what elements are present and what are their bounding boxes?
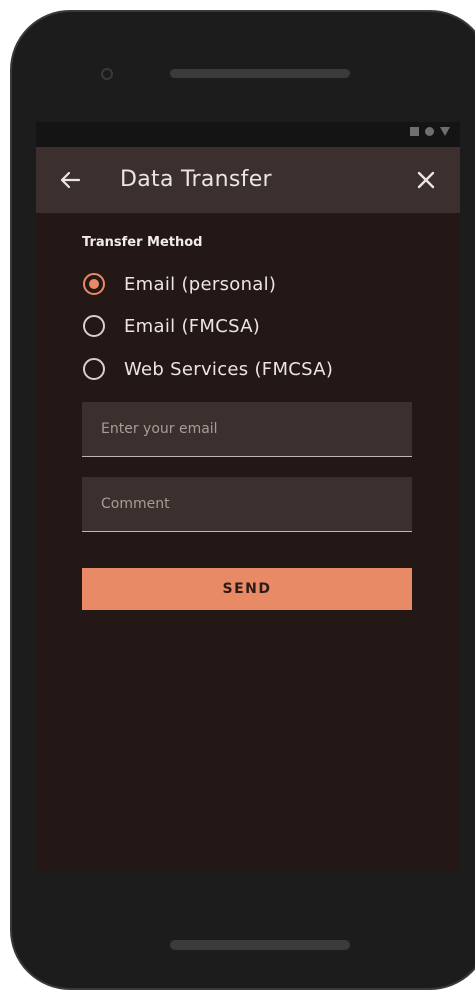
radio-button[interactable] [83,315,105,337]
email-field-container [82,402,412,457]
radio-label: Email (FMCSA) [124,315,261,337]
status-bar [36,122,460,147]
radio-label: Web Services (FMCSA) [124,358,334,380]
comment-field[interactable] [82,477,412,531]
camera-icon [101,68,113,80]
email-field[interactable] [82,402,412,456]
radio-email-fmcsa[interactable]: Email (FMCSA) [83,315,260,337]
app-screen: Data Transfer Transfer Method Email (per… [36,122,460,872]
app-bar: Data Transfer [36,147,460,213]
circle-icon [425,127,434,136]
transfer-method-label: Transfer Method [82,235,203,250]
send-button[interactable]: SEND [82,568,412,610]
radio-web-services-fmcsa[interactable]: Web Services (FMCSA) [83,358,333,380]
triangle-icon [440,127,450,136]
home-indicator[interactable] [170,940,350,950]
radio-button-selected[interactable] [83,273,105,295]
close-icon[interactable] [412,166,440,194]
square-icon [410,127,419,136]
radio-email-personal[interactable]: Email (personal) [83,273,276,295]
comment-field-container [82,477,412,532]
speaker-grille [170,69,350,78]
arrow-left-icon[interactable] [56,166,84,194]
radio-label: Email (personal) [124,273,277,295]
page-title: Data Transfer [120,167,272,192]
radio-button[interactable] [83,358,105,380]
status-icons [410,127,450,136]
